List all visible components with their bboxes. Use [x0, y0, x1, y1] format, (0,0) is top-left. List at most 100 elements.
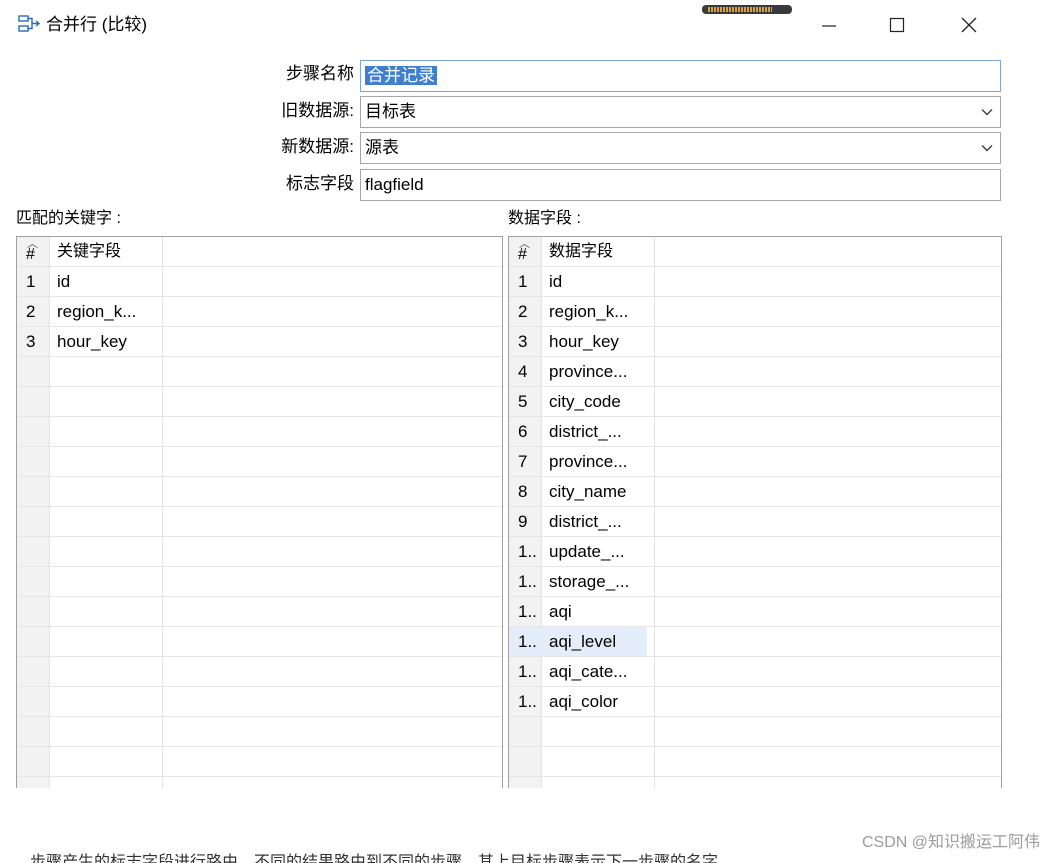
field-cell[interactable] [57, 777, 161, 788]
field-cell[interactable]: district_... [549, 507, 653, 536]
field-cell[interactable]: hour_key [57, 327, 161, 356]
field-cell[interactable]: region_k... [549, 297, 653, 326]
field-cell[interactable] [57, 657, 161, 686]
table-row[interactable]: 1.. aqi_cate... [509, 657, 1001, 687]
table-row[interactable]: 1.. aqi_color [509, 687, 1001, 717]
row-number [17, 687, 50, 716]
field-cell[interactable]: update_... [549, 537, 653, 566]
minimize-button[interactable] [806, 8, 852, 42]
field-cell[interactable] [57, 717, 161, 746]
field-cell[interactable]: aqi_cate... [549, 657, 653, 686]
row-number: 3 [26, 332, 36, 351]
table-row[interactable]: 8 city_name [509, 477, 1001, 507]
field-cell[interactable] [57, 357, 161, 386]
values-table[interactable]: ︿ # 数据字段 1 id 2 region_k... 3 hour_key 4 provin… [508, 236, 1002, 788]
table-row[interactable]: 2 region_k... [17, 297, 502, 327]
table-row[interactable]: 2 region_k... [509, 297, 1001, 327]
table-row[interactable]: 9 district_... [509, 507, 1001, 537]
table-row[interactable]: 1 id [509, 267, 1001, 297]
table-row[interactable]: 1.. aqi [509, 597, 1001, 627]
number-column-header[interactable]: ︿ # [17, 237, 50, 266]
table-row[interactable]: 7 province... [509, 447, 1001, 477]
table-row[interactable] [17, 597, 502, 627]
field-cell[interactable] [57, 477, 161, 506]
table-row[interactable] [17, 417, 502, 447]
table-row[interactable] [17, 717, 502, 747]
field-cell[interactable]: id [549, 267, 653, 296]
new-source-select[interactable]: 源表 [360, 132, 1001, 164]
table-row[interactable]: 3 hour_key [17, 327, 502, 357]
row-number: 1.. [509, 627, 542, 656]
table-row[interactable]: 5 city_code [509, 387, 1001, 417]
table-row[interactable]: 3 hour_key [509, 327, 1001, 357]
field-cell[interactable] [57, 387, 161, 416]
table-row[interactable] [17, 777, 502, 788]
key-field-header[interactable]: 关键字段 [57, 237, 161, 266]
field-cell[interactable]: province... [549, 357, 653, 386]
field-cell[interactable] [57, 507, 161, 536]
field-cell[interactable] [57, 747, 161, 776]
table-row[interactable] [17, 357, 502, 387]
table-header: ︿ # 数据字段 [509, 237, 1001, 267]
table-row[interactable]: 6 district_... [509, 417, 1001, 447]
field-cell[interactable] [57, 537, 161, 566]
number-column-header[interactable]: ︿ # [509, 237, 542, 266]
table-row[interactable]: 1.. update_... [509, 537, 1001, 567]
field-cell[interactable] [57, 567, 161, 596]
new-source-value: 源表 [365, 138, 399, 157]
table-row[interactable] [17, 477, 502, 507]
table-row[interactable] [509, 717, 1001, 747]
field-cell[interactable] [549, 717, 653, 746]
row-number [17, 597, 50, 626]
keys-table[interactable]: ︿ # 关键字段 1 id 2 region_k... 3 hour_key [16, 236, 503, 788]
table-row[interactable] [17, 537, 502, 567]
drag-handle[interactable] [702, 5, 792, 14]
field-cell[interactable] [549, 777, 653, 788]
field-cell[interactable] [57, 627, 161, 656]
table-row[interactable]: 4 province... [509, 357, 1001, 387]
field-cell[interactable] [57, 597, 161, 626]
field-cell[interactable]: city_name [549, 477, 653, 506]
value-field-header[interactable]: 数据字段 [549, 237, 653, 266]
table-row[interactable] [509, 747, 1001, 777]
step-name-input[interactable]: 合并记录 [360, 60, 1001, 92]
field-cell[interactable]: aqi_color [549, 687, 653, 716]
table-header: ︿ # 关键字段 [17, 237, 502, 267]
flag-field-label: 标志字段 [286, 174, 354, 193]
maximize-button[interactable] [874, 8, 920, 42]
field-cell[interactable] [57, 417, 161, 446]
table-row[interactable] [17, 687, 502, 717]
table-row[interactable] [17, 447, 502, 477]
row-number [17, 717, 50, 746]
table-row[interactable]: 1 id [17, 267, 502, 297]
table-row[interactable] [17, 507, 502, 537]
row-number [509, 717, 542, 746]
row-number: 1.. [518, 602, 537, 621]
field-cell[interactable]: aqi [549, 597, 653, 626]
field-cell[interactable]: hour_key [549, 327, 653, 356]
field-cell[interactable]: district_... [549, 417, 653, 446]
field-cell[interactable]: id [57, 267, 161, 296]
field-cell[interactable] [57, 687, 161, 716]
row-number [17, 777, 50, 788]
table-row[interactable] [509, 777, 1001, 788]
table-row[interactable] [17, 747, 502, 777]
old-source-select[interactable]: 目标表 [360, 96, 1001, 128]
table-row[interactable]: 1.. aqi_level [509, 627, 1001, 657]
table-row[interactable] [17, 657, 502, 687]
table-row[interactable] [17, 567, 502, 597]
field-cell[interactable]: region_k... [57, 297, 161, 326]
field-cell[interactable] [549, 747, 653, 776]
field-cell[interactable] [57, 447, 161, 476]
flag-field-input[interactable]: flagfield [360, 169, 1001, 201]
table-row[interactable] [17, 387, 502, 417]
field-cell[interactable]: city_code [549, 387, 653, 416]
row-number [17, 537, 50, 566]
field-cell[interactable]: province... [549, 447, 653, 476]
table-row[interactable]: 1.. storage_... [509, 567, 1001, 597]
old-source-value: 目标表 [365, 102, 416, 121]
field-cell[interactable]: storage_... [549, 567, 653, 596]
close-button[interactable] [946, 8, 992, 42]
table-row[interactable] [17, 627, 502, 657]
field-cell[interactable]: aqi_level [542, 627, 647, 656]
